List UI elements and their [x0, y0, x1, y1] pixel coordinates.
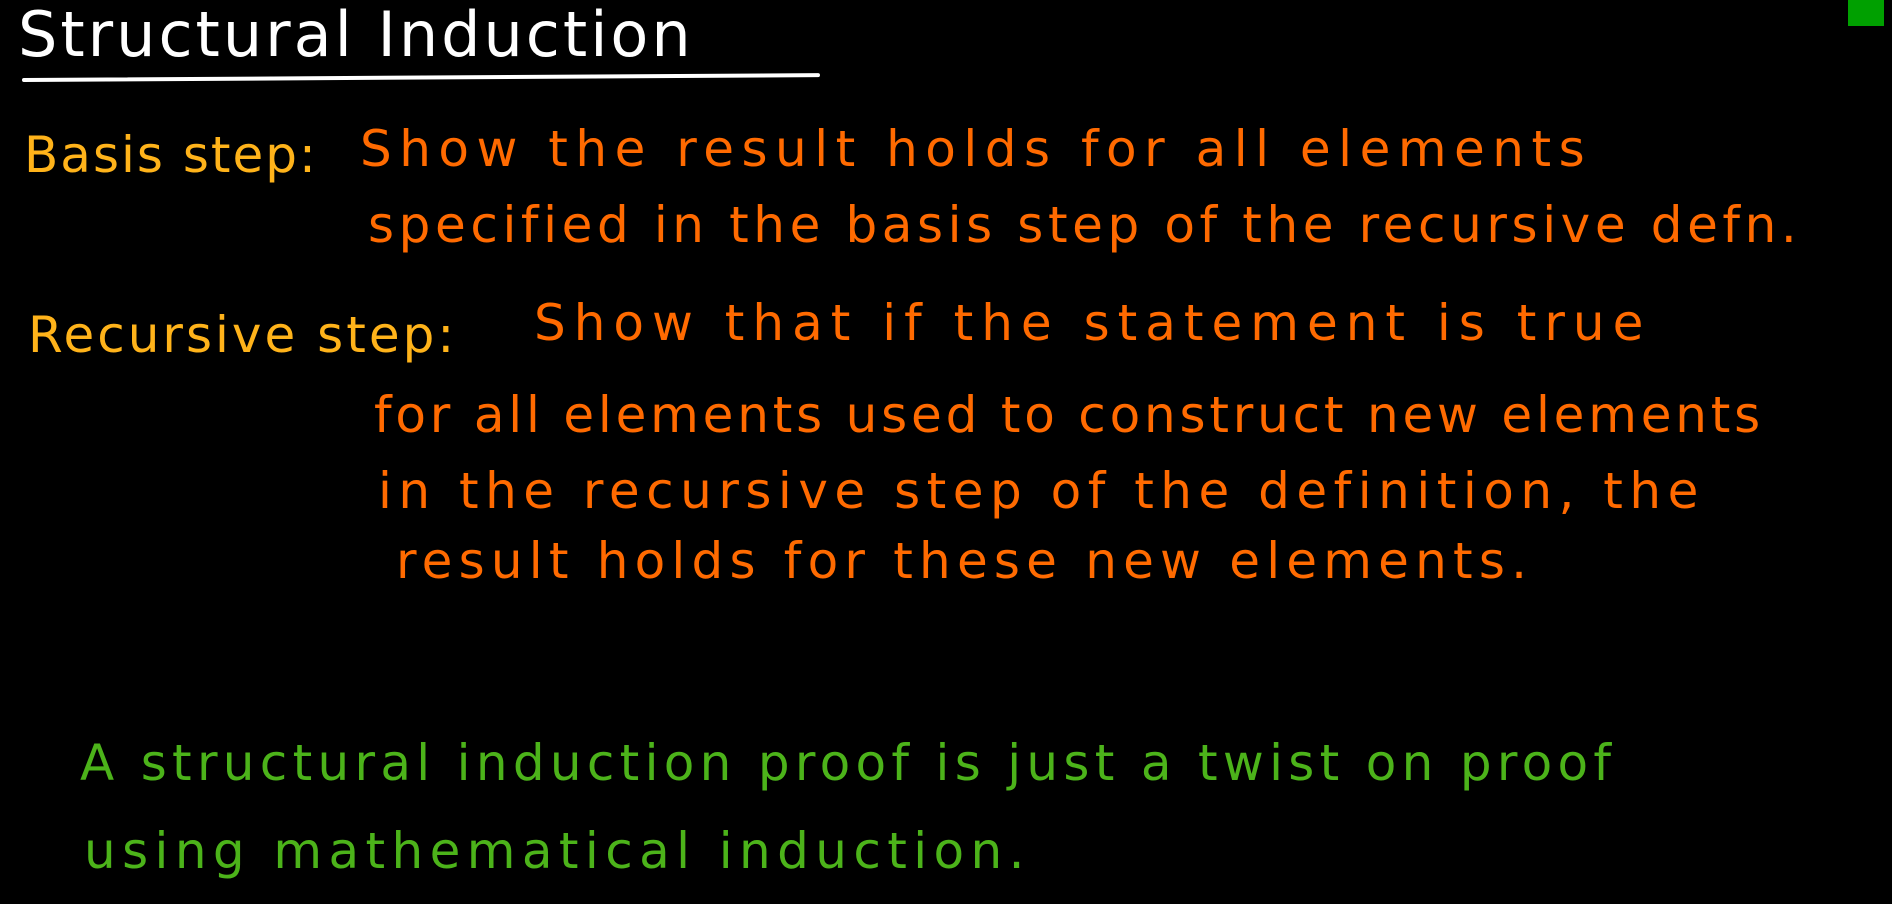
basis-step-label: Basis step: [24, 126, 318, 184]
recursive-step-label: Recursive step: [28, 306, 458, 364]
title-underline [21, 73, 820, 82]
note-line-1: A structural induction proof is just a t… [80, 734, 1617, 792]
basis-step-line-2: specified in the basis step of the recur… [368, 196, 1802, 254]
recursive-step-line-2: for all elements used to construct new e… [374, 386, 1765, 444]
recursive-step-line-4: result holds for these new elements. [396, 532, 1534, 590]
note-line-2: using mathematical induction. [84, 822, 1031, 880]
whiteboard-canvas: Structural Induction Basis step: Show th… [0, 0, 1892, 904]
page-title: Structural Induction [18, 0, 694, 71]
recursive-step-line-3: in the recursive step of the definition,… [378, 462, 1705, 520]
color-indicator-square [1848, 0, 1884, 26]
recursive-step-line-1: Show that if the statement is true [534, 294, 1652, 352]
basis-step-line-1: Show the result holds for all elements [360, 120, 1593, 178]
